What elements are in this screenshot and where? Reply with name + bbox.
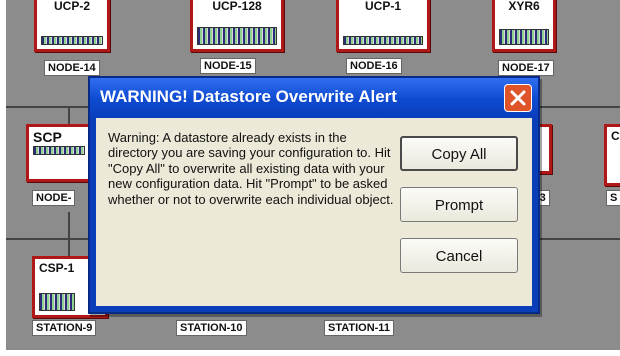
- cancel-button[interactable]: Cancel: [400, 238, 518, 273]
- port-bar: [197, 27, 277, 45]
- node-type-label: C: [611, 129, 620, 143]
- node-label-node-17: NODE-17: [498, 60, 554, 76]
- dialog-title: WARNING! Datastore Overwrite Alert: [100, 87, 397, 106]
- node-type-label: UCP-1: [364, 0, 401, 13]
- port-bar: [343, 36, 423, 45]
- node-type-label: UCP-128: [212, 0, 262, 13]
- node-label-node-14: NODE-14: [44, 60, 100, 76]
- close-button[interactable]: [504, 84, 532, 112]
- node-card-node-15[interactable]: UCP-128: [190, 0, 284, 52]
- node-card-node-17[interactable]: XYR6: [492, 0, 556, 52]
- node-label-node-partial: NODE-: [32, 190, 76, 206]
- node-label-node-16: NODE-16: [346, 58, 402, 74]
- node-card-scp[interactable]: SCP: [26, 124, 92, 182]
- node-label-station-9: STATION-9: [32, 320, 97, 336]
- node-label-station-10: STATION-10: [176, 320, 247, 336]
- port-bar: [39, 293, 75, 311]
- warning-dialog: WARNING! Datastore Overwrite Alert Warni…: [88, 76, 540, 314]
- port-bar: [499, 29, 549, 45]
- node-type-label: XYR6: [508, 0, 540, 13]
- copy-all-button[interactable]: Copy All: [400, 136, 518, 171]
- node-type-label: UCP-2: [53, 0, 90, 13]
- port-bar: [33, 146, 85, 155]
- node-type-label: SCP: [33, 129, 62, 145]
- warning-message: Warning: A datastore already exists in t…: [108, 130, 394, 207]
- node-card-node-16[interactable]: UCP-1: [336, 0, 430, 52]
- prompt-button[interactable]: Prompt: [400, 187, 518, 222]
- node-label-station-11: STATION-11: [324, 320, 394, 336]
- node-label-node-15: NODE-15: [200, 58, 256, 74]
- connector-line: [68, 212, 70, 256]
- node-card-edge[interactable]: C: [604, 124, 620, 186]
- dialog-title-bar[interactable]: WARNING! Datastore Overwrite Alert: [90, 78, 538, 118]
- node-card-node-14[interactable]: UCP-2: [34, 0, 110, 52]
- dialog-body: Warning: A datastore already exists in t…: [96, 118, 532, 306]
- close-icon: [510, 90, 526, 106]
- node-label-edge: S: [606, 190, 620, 206]
- port-bar: [41, 36, 103, 45]
